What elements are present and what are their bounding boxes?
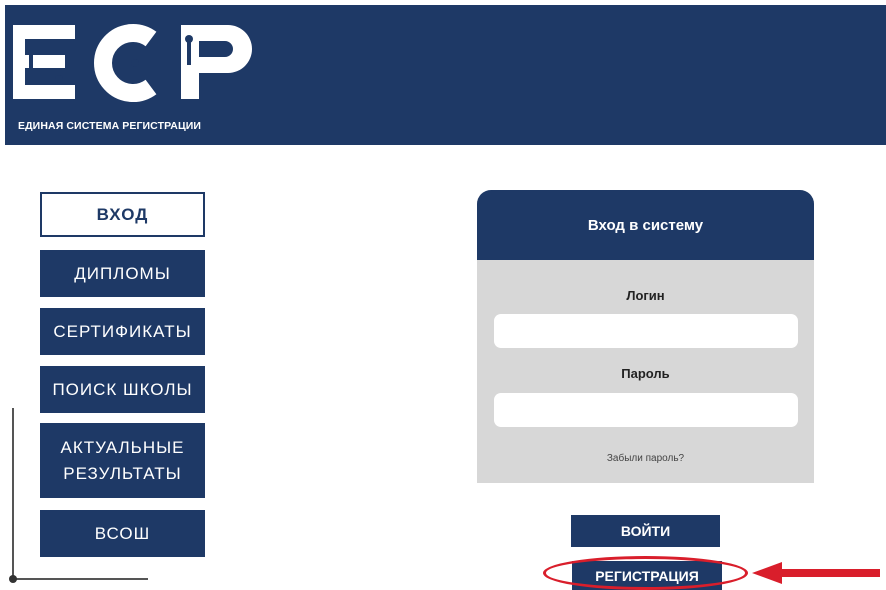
password-input[interactable] — [494, 393, 798, 427]
decorative-dot — [9, 575, 17, 583]
login-panel: Вход в систему Логин Пароль Забыли парол… — [477, 190, 814, 483]
nav-vsosh-button[interactable]: ВСОШ — [40, 510, 205, 557]
nav-school-search-button[interactable]: ПОИСК ШКОЛЫ — [40, 366, 205, 413]
highlight-oval-annotation — [543, 556, 748, 590]
enter-button[interactable]: ВОЙТИ — [571, 515, 720, 547]
nav-diplomas-button[interactable]: ДИПЛОМЫ — [40, 250, 205, 297]
nav-results-button[interactable]: АКТУАЛЬНЫЕ РЕЗУЛЬТАТЫ — [40, 423, 205, 498]
red-arrow-icon — [752, 562, 880, 584]
nav-certificates-button[interactable]: СЕРТИФИКАТЫ — [40, 308, 205, 355]
login-input[interactable] — [494, 314, 798, 348]
decorative-line-horizontal — [12, 578, 148, 580]
nav-login-button[interactable]: ВХОД — [40, 192, 205, 237]
forgot-password-link[interactable]: Забыли пароль? — [477, 453, 814, 464]
esr-logo[interactable] — [13, 17, 273, 107]
login-label: Логин — [626, 288, 665, 303]
login-panel-title: Вход в систему — [477, 190, 814, 260]
site-header: ЕДИНАЯ СИСТЕМА РЕГИСТРАЦИИ — [5, 5, 886, 145]
password-label: Пароль — [621, 366, 670, 381]
site-tagline: ЕДИНАЯ СИСТЕМА РЕГИСТРАЦИИ — [18, 120, 202, 132]
decorative-line-vertical — [12, 408, 14, 578]
